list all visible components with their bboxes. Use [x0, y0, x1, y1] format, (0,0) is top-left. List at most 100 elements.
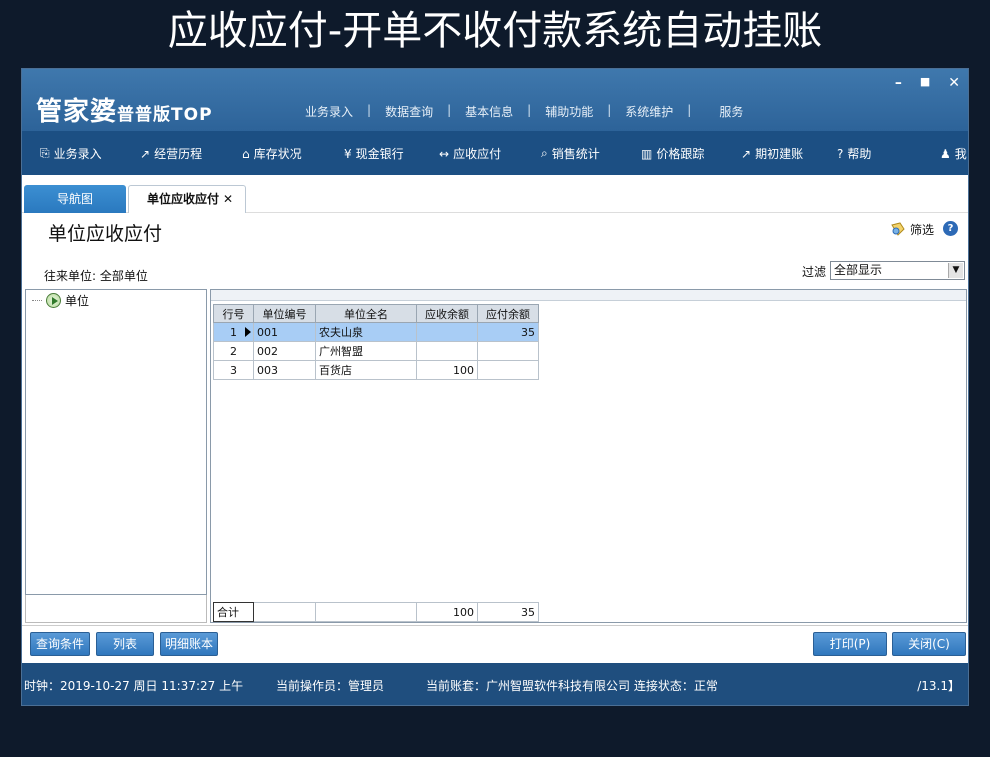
close-button[interactable]: 关闭(C)	[892, 632, 966, 656]
cell-receivable[interactable]: 100	[416, 360, 478, 380]
row-number: 1	[213, 322, 254, 342]
chevron-down-icon[interactable]: ▼	[948, 263, 963, 278]
cell-code[interactable]: 002	[253, 341, 316, 361]
row-number: 2	[213, 341, 254, 361]
cell-receivable[interactable]	[416, 322, 478, 342]
close-tab-icon[interactable]: ✕	[223, 192, 233, 206]
cell-code[interactable]: 001	[253, 322, 316, 342]
list-button[interactable]: 列表	[96, 632, 154, 656]
home-icon: ⌂	[242, 146, 250, 161]
toolbar-label: 业务录入	[53, 147, 102, 161]
tab-navigation[interactable]: 导航图	[24, 185, 126, 213]
main-content: 单位应收应付 筛选 ? 往来单位: 全部单位 过滤 全部显示 ▼ 单位 行号 单…	[22, 213, 968, 663]
total-cell	[315, 602, 417, 622]
column-header[interactable]: 应收余额	[416, 304, 478, 323]
grid-splitter[interactable]	[211, 290, 966, 301]
status-clock: 时钟：2019-10-27 周日 11:37:27 上午	[24, 679, 244, 693]
toolbar-history[interactable]: ↗ 经营历程	[140, 145, 202, 162]
top-menu-item[interactable]: 辅助功能	[545, 103, 593, 120]
logo-main: 管家婆	[36, 97, 118, 127]
app-window: 管家婆普普版TOP 业务录入 | 数据查询 | 基本信息 | 辅助功能 | 系统维护 | …	[21, 68, 969, 706]
column-header[interactable]: 单位全名	[315, 304, 417, 323]
toolbar-sales-stats[interactable]: ⌕ 销售统计	[541, 145, 600, 162]
toolbar-me[interactable]: ♟ 我	[940, 145, 967, 162]
total-receivable: 100	[416, 602, 478, 622]
table-header-row: 行号 单位编号 单位全名 应收余额 应付余额	[213, 304, 539, 323]
total-cell	[253, 602, 316, 622]
app-logo: 管家婆普普版TOP	[36, 91, 213, 128]
top-menu-item[interactable]: 服务	[719, 103, 743, 120]
toolbar-business-entry[interactable]: ⎘ 业务录入	[40, 145, 102, 162]
filter-label-text: 筛选	[909, 223, 934, 237]
cell-payable[interactable]	[477, 341, 539, 361]
page-title: 单位应收应付	[48, 223, 163, 245]
filter-select[interactable]: 全部显示 ▼	[830, 261, 965, 280]
table-row[interactable]: 1 001 农夫山泉 35	[213, 322, 539, 342]
column-header[interactable]: 行号	[213, 304, 254, 323]
filter-label: 过滤	[802, 265, 827, 279]
print-button[interactable]: 打印(P)	[813, 632, 887, 656]
tree-footer	[25, 595, 207, 623]
play-icon	[46, 293, 61, 308]
cell-name[interactable]: 农夫山泉	[315, 322, 417, 342]
minimize-icon[interactable]: –	[895, 75, 902, 91]
toolbar-opening-setup[interactable]: ↗ 期初建账	[741, 145, 803, 162]
column-header[interactable]: 应付余额	[477, 304, 539, 323]
toolbar-help[interactable]: ? 帮助	[837, 145, 871, 162]
maximize-icon[interactable]: ■	[920, 75, 930, 91]
table-row[interactable]: 3 003 百货店 100	[213, 360, 539, 380]
cell-payable[interactable]	[477, 360, 539, 380]
cell-receivable[interactable]	[416, 341, 478, 361]
table-row[interactable]: 2 002 广州智盟	[213, 341, 539, 361]
total-label: 合计	[213, 602, 254, 622]
main-toolbar: ⎘ 业务录入 ↗ 经营历程 ⌂ 库存状况 ¥ 现金银行 ↔ 应收应付 ⌕ 销售统计 ▥ 价格跟…	[22, 131, 968, 175]
top-menu: 业务录入 | 数据查询 | 基本信息 | 辅助功能 | 系统维护 | 服务	[305, 103, 744, 120]
tree-node-label: 单位	[65, 294, 90, 308]
question-icon: ?	[837, 146, 844, 161]
unit-label: 往来单位: 全部单位	[44, 269, 148, 283]
close-icon[interactable]: ✕	[948, 75, 960, 91]
total-row: 合计 100 35	[213, 602, 539, 622]
top-menu-item[interactable]: 基本信息	[465, 103, 513, 120]
data-grid: 行号 单位编号 单位全名 应收余额 应付余额 1 001 农夫山泉 35 2 0…	[210, 289, 967, 623]
row-number: 3	[213, 360, 254, 380]
bar-chart-icon: ▥	[641, 146, 653, 161]
query-conditions-button[interactable]: 查询条件	[30, 632, 90, 656]
tree-node-root[interactable]: 单位	[32, 292, 89, 309]
status-account: 当前账套：广州智盟软件科技有限公司 连接状态：正常	[426, 679, 718, 693]
filter-icon	[891, 221, 905, 236]
tab-receivables-payables[interactable]: 单位应收应付 ✕	[128, 185, 246, 213]
toolbar-inventory[interactable]: ⌂ 库存状况	[242, 145, 302, 162]
toolbar-label: 价格跟踪	[656, 147, 705, 161]
title-bar: 管家婆普普版TOP 业务录入 | 数据查询 | 基本信息 | 辅助功能 | 系统维护 | …	[22, 69, 968, 131]
logo-sub: 普普版TOP	[117, 105, 213, 125]
detail-ledger-button[interactable]: 明细账本	[160, 632, 218, 656]
toolbar-label: 现金银行	[355, 147, 404, 161]
cell-code[interactable]: 003	[253, 360, 316, 380]
toolbar-receivables[interactable]: ↔ 应收应付	[439, 145, 501, 162]
cell-name[interactable]: 广州智盟	[315, 341, 417, 361]
balance-table: 行号 单位编号 单位全名 应收余额 应付余额 1 001 农夫山泉 35 2 0…	[213, 304, 539, 380]
top-menu-item[interactable]: 业务录入	[305, 103, 353, 120]
search-icon: ⌕	[541, 146, 548, 160]
toolbar-label: 库存状况	[253, 147, 302, 161]
status-bar: 时钟：2019-10-27 周日 11:37:27 上午 当前操作员：管理员 当…	[22, 663, 968, 705]
tree-connector	[32, 300, 42, 301]
toolbar-label: 经营历程	[154, 147, 203, 161]
exchange-icon: ↔	[439, 146, 450, 161]
yen-icon: ¥	[344, 146, 352, 161]
toolbar-label: 帮助	[847, 147, 872, 161]
cell-payable[interactable]: 35	[477, 322, 539, 342]
unit-tree[interactable]: 单位	[25, 289, 207, 595]
help-icon[interactable]: ?	[943, 221, 958, 236]
top-menu-item[interactable]: 系统维护	[625, 103, 673, 120]
filter-select-value: 全部显示	[834, 263, 883, 277]
filter-button[interactable]: 筛选	[890, 221, 934, 238]
tab-label: 单位应收应付	[147, 192, 220, 206]
toolbar-label: 期初建账	[755, 147, 804, 161]
toolbar-price-tracking[interactable]: ▥ 价格跟踪	[641, 145, 704, 162]
column-header[interactable]: 单位编号	[253, 304, 316, 323]
cell-name[interactable]: 百货店	[315, 360, 417, 380]
top-menu-item[interactable]: 数据查询	[385, 103, 433, 120]
toolbar-cash-bank[interactable]: ¥ 现金银行	[344, 145, 404, 162]
